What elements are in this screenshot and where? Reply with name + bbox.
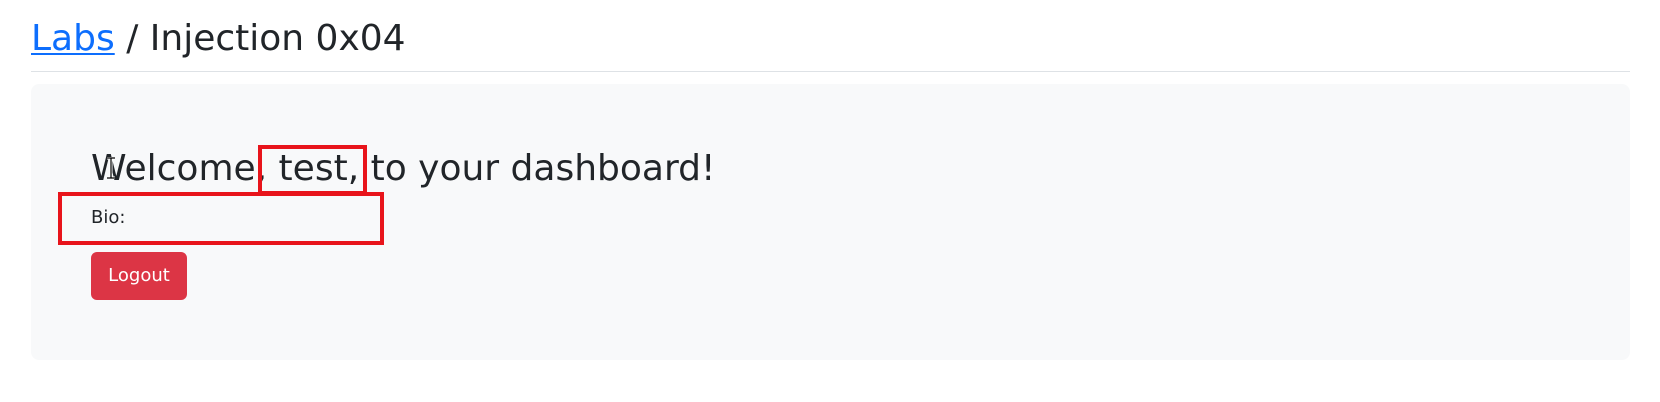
dashboard-card xyxy=(31,84,1630,360)
welcome-heading: Welcome, test, to your dashboard! xyxy=(91,148,716,189)
page: Labs / Injection 0x04 Welcome, test, to … xyxy=(0,0,1660,402)
text-cursor-icon xyxy=(107,157,115,179)
bio-line: Bio: xyxy=(91,206,125,230)
logout-button[interactable]: Logout xyxy=(91,252,187,300)
bio-label: Bio: xyxy=(91,207,126,228)
header-divider xyxy=(31,71,1630,72)
breadcrumb-current: Injection 0x04 xyxy=(149,18,406,59)
breadcrumb-link-labs[interactable]: Labs xyxy=(31,18,115,59)
breadcrumb-separator: / xyxy=(126,18,139,59)
breadcrumb: Labs / Injection 0x04 xyxy=(31,14,406,64)
